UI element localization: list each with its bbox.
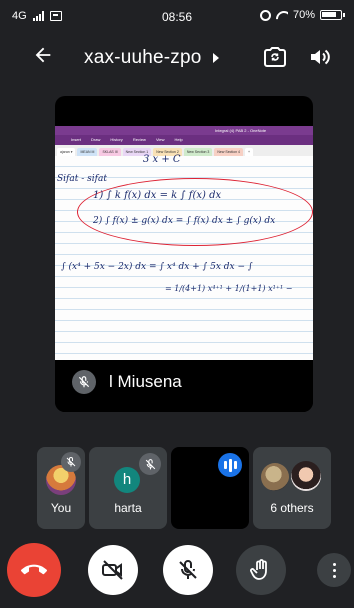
avatar [291,461,321,491]
onenote-tab: SKLAS III [99,148,121,156]
handwriting-fragment: 3 x + C [143,154,181,165]
handwriting-example-2: = 1/(4+1) x⁴⁺¹ + 1/(1+1) x¹⁺¹ − [165,284,293,293]
more-dot-icon [332,568,336,572]
more-dot-icon [332,574,336,578]
onenote-tab: + [244,148,254,156]
onenote-page: 3 x + C Sifat - sifat 1) ∫ k f(x) dx = k… [55,154,313,388]
switch-camera-button[interactable] [263,45,287,69]
speaker-icon [311,49,330,65]
onenote-menu-item: Help [174,137,183,142]
mic-off-icon [145,458,155,469]
meeting-code: xax-uuhe-zpo [84,47,202,68]
participant-name: You [50,501,72,515]
alarm-icon [259,9,271,21]
presentation-tile[interactable]: Integral (4) PAB 2 - OneNote Insert Draw… [55,96,313,412]
onenote-titlebar: Integral (4) PAB 2 - OneNote [55,126,313,135]
onenote-menu-item: View [155,137,165,142]
switch-camera-icon [264,47,286,67]
onenote-menu-item: Insert [71,137,82,142]
participant-name: 6 others [270,501,314,515]
presenter-mic-muted-badge [72,370,96,394]
onenote-tab: MEAN M [77,148,98,156]
end-call-button[interactable] [7,543,61,597]
mic-off-icon [66,457,76,467]
avatar [261,463,289,491]
back-button[interactable] [30,44,56,70]
participant-tile-harta[interactable]: h harta [89,447,167,529]
mic-off-icon [78,376,90,388]
participant-tile-you[interactable]: You [37,447,85,529]
meeting-title[interactable]: xax-uuhe-zpo [84,47,220,69]
end-call-icon [21,564,47,575]
participant-tile-others[interactable]: 6 others [253,447,331,529]
status-bar: 4G 08:56 70% [0,0,354,32]
onenote-tab: New Section 4 [214,148,243,156]
avatar: h [114,467,140,493]
raise-hand-icon [250,559,267,580]
battery-icon [320,10,345,20]
speaking-indicator-icon [218,453,242,477]
raise-hand-button[interactable] [236,545,286,595]
more-dot-icon [332,562,336,566]
caret-right-icon [212,53,219,63]
mic-toggle-button[interactable] [163,545,213,595]
handwriting-example: ∫ (x⁴ + 5x − 2x) dx = ∫ x⁴ dx + ∫ 5x dx … [61,262,253,272]
participant-tile-speaking[interactable] [171,447,249,529]
battery-percent: 70% [292,9,315,21]
camera-toggle-button[interactable] [88,545,138,595]
camera-off-icon [102,560,123,580]
onenote-section-tabs: ajaran ▾ MEAN M SKLAS III New Section 1 … [55,145,313,156]
onenote-menu-item: History [110,137,123,142]
meeting-top-bar: xax-uuhe-zpo [0,32,354,82]
participant-mic-muted-badge [139,453,161,475]
wifi-icon [276,11,288,20]
participant-strip: You h harta 6 others [0,447,354,529]
handwriting-rule-2: 2) ∫ f(x) ± g(x) dx = ∫ f(x) dx ± ∫ g(x)… [93,216,276,226]
shared-screen: Integral (4) PAB 2 - OneNote Insert Draw… [55,126,313,388]
handwriting-rule-1: 1) ∫ k f(x) dx = k ∫ f(x) dx [93,190,222,201]
participant-mic-muted-badge [61,452,81,472]
onenote-doc-title: Integral (4) PAB 2 - OneNote [215,128,267,133]
highlight-oval [77,178,313,246]
onenote-tab: New Section 3 [183,148,213,156]
more-options-button[interactable] [317,553,351,587]
status-right: 70% [259,9,345,21]
onenote-tab: ajaran ▾ [57,148,76,156]
onenote-menu-item: Review [132,137,146,142]
participant-name: harta [114,501,142,515]
speaker-button[interactable] [308,46,332,68]
handwriting-sifat-label: Sifat - sifat [57,174,107,184]
presenter-name-strip: l Miusena [55,360,313,412]
presenter-name: l Miusena [109,372,182,391]
call-controls [0,543,354,603]
onenote-menu: Insert Draw History Review View Help [55,135,313,145]
onenote-menu-item: Draw [91,137,101,142]
mic-off-icon [179,560,197,579]
back-arrow-icon [35,47,51,63]
